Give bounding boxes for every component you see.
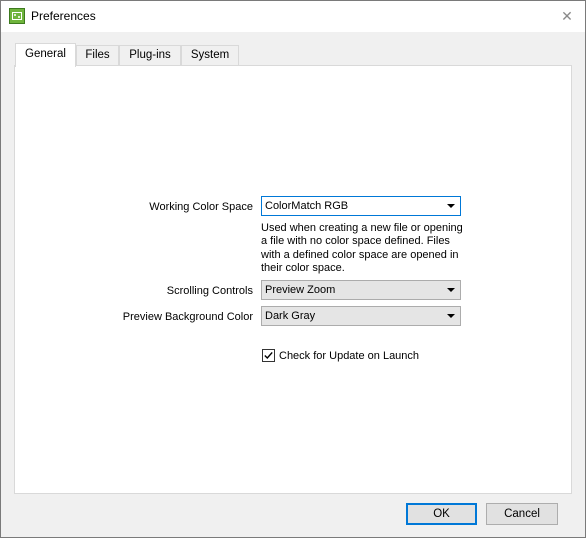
preview-background-value: Dark Gray [265, 310, 316, 322]
working-color-space-label: Working Color Space [149, 201, 253, 213]
tab-system[interactable]: System [181, 45, 239, 65]
working-color-space-help: Used when creating a new file or opening… [261, 222, 463, 274]
check-update-label[interactable]: Check for Update on Launch [279, 350, 419, 362]
title-bar: Preferences ✕ [1, 1, 585, 32]
ok-button[interactable]: OK [406, 503, 477, 525]
check-update-checkbox[interactable] [262, 349, 275, 362]
cancel-button[interactable]: Cancel [486, 503, 558, 525]
tab-plug-ins[interactable]: Plug-ins [119, 45, 181, 65]
scrolling-controls-select[interactable]: Preview Zoom [261, 280, 461, 300]
general-tab-panel: Working Color Space ColorMatch RGB Used … [14, 65, 572, 494]
checkmark-icon [264, 351, 273, 360]
scrolling-controls-value: Preview Zoom [265, 284, 336, 296]
scrolling-controls-label: Scrolling Controls [166, 285, 253, 297]
tab-files[interactable]: Files [76, 45, 119, 65]
preview-background-label: Preview Background Color [122, 311, 253, 323]
chevron-down-icon [447, 204, 455, 208]
working-color-space-select[interactable]: ColorMatch RGB [261, 196, 461, 216]
app-icon [9, 8, 25, 24]
tab-general[interactable]: General [15, 43, 76, 67]
chevron-down-icon [447, 288, 455, 292]
preview-background-select[interactable]: Dark Gray [261, 306, 461, 326]
preferences-dialog: Preferences ✕ General Files Plug-ins Sys… [0, 0, 586, 538]
chevron-down-icon [447, 314, 455, 318]
window-title: Preferences [31, 9, 96, 23]
working-color-space-value: ColorMatch RGB [265, 200, 349, 212]
close-icon[interactable]: ✕ [555, 5, 579, 27]
